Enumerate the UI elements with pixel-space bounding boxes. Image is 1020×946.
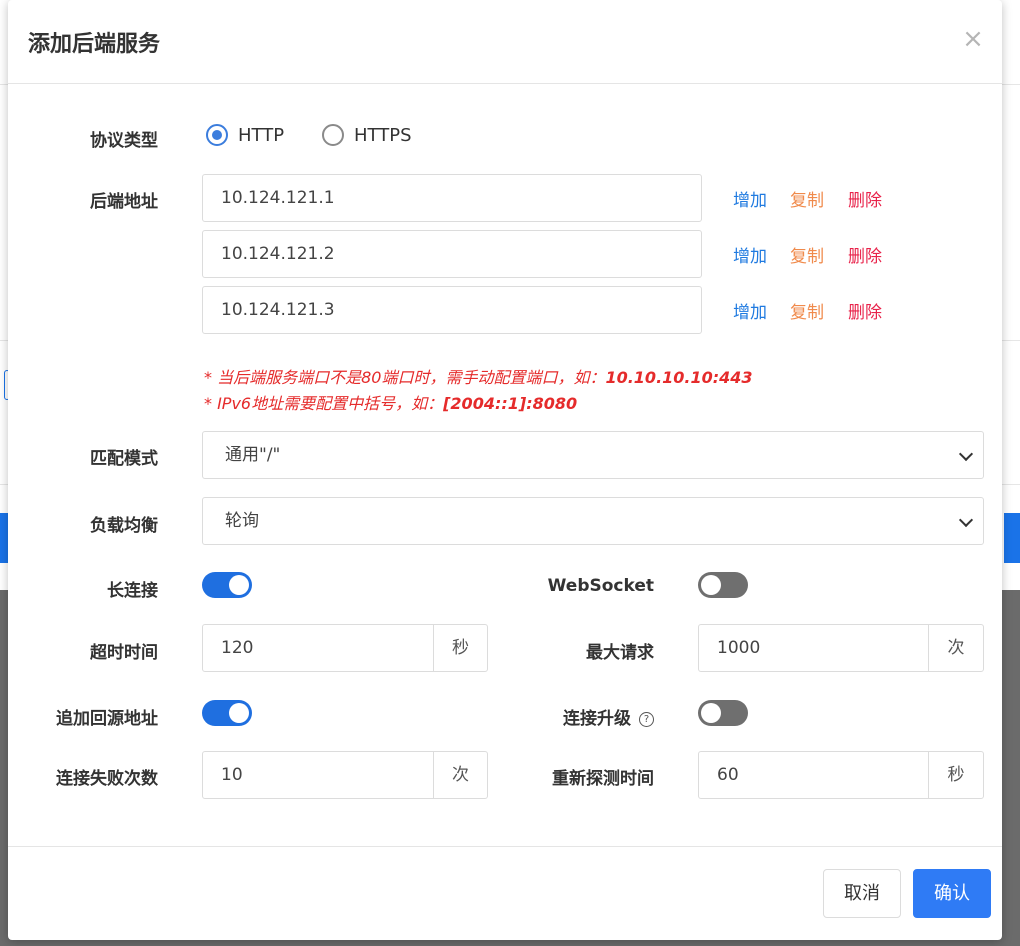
radio-https-label: HTTPS [354, 124, 412, 146]
port-hint-example: 10.10.10.10:443 [605, 368, 753, 387]
match-mode-value: 通用"/" [225, 445, 281, 465]
backend-address-input[interactable]: 10.124.121.2 [202, 230, 702, 278]
radio-https[interactable]: HTTPS [322, 122, 412, 148]
radio-http[interactable]: HTTP [206, 122, 284, 148]
append-origin-toggle[interactable] [202, 700, 252, 726]
conn-upgrade-toggle[interactable] [698, 700, 748, 726]
backend-address-input[interactable]: 10.124.121.3 [202, 286, 702, 334]
delete-address-button[interactable]: 删除 [848, 298, 882, 323]
match-mode-select[interactable]: 通用"/" [202, 431, 984, 479]
close-icon[interactable]: × [958, 24, 988, 54]
protocol-label: 协议类型 [90, 131, 158, 151]
radio-checked-icon [206, 124, 228, 146]
reprobe-unit: 秒 [928, 751, 984, 799]
max-requests-label: 最大请求 [586, 643, 654, 663]
append-origin-label: 追加回源地址 [56, 709, 158, 729]
conn-upgrade-label-wrap: 连接升级? [454, 704, 654, 729]
reprobe-input[interactable]: 60 [698, 751, 929, 799]
load-balance-select[interactable]: 轮询 [202, 497, 984, 545]
delete-address-button[interactable]: 删除 [848, 186, 882, 211]
max-requests-unit: 次 [928, 624, 984, 672]
radio-unchecked-icon [322, 124, 344, 146]
copy-address-button[interactable]: 复制 [790, 298, 824, 323]
ipv6-hint-text: * IPv6地址需要配置中括号，如： [204, 394, 444, 413]
timeout-input[interactable]: 120 [202, 624, 434, 672]
add-address-button[interactable]: 增加 [733, 298, 767, 323]
toggle-knob [229, 575, 249, 595]
websocket-toggle[interactable] [698, 572, 748, 598]
chevron-down-icon [958, 512, 974, 528]
match-mode-label: 匹配模式 [90, 449, 158, 469]
backend-address-input[interactable]: 10.124.121.1 [202, 174, 702, 222]
radio-http-label: HTTP [238, 124, 285, 146]
port-hint-text: * 当后端服务端口不是80端口时，需手动配置端口，如： [204, 368, 606, 387]
ipv6-hint-example: [2004::1]:8080 [443, 394, 578, 413]
backend-address-label: 后端地址 [90, 192, 158, 212]
timeout-label: 超时时间 [90, 643, 158, 663]
max-requests-input[interactable]: 1000 [698, 624, 929, 672]
toggle-knob [701, 575, 721, 595]
toggle-knob [701, 703, 721, 723]
copy-address-button[interactable]: 复制 [790, 186, 824, 211]
load-balance-label: 负载均衡 [90, 516, 158, 536]
keepalive-toggle[interactable] [202, 572, 252, 598]
delete-address-button[interactable]: 删除 [848, 242, 882, 267]
help-icon[interactable]: ? [639, 712, 654, 727]
dialog-header: 添加后端服务 × [8, 0, 1002, 84]
load-balance-value: 轮询 [225, 511, 259, 531]
chevron-down-icon [958, 446, 974, 462]
add-address-button[interactable]: 增加 [733, 242, 767, 267]
confirm-button[interactable]: 确认 [913, 869, 991, 918]
cancel-button[interactable]: 取消 [823, 869, 901, 918]
copy-address-button[interactable]: 复制 [790, 242, 824, 267]
conn-upgrade-label: 连接升级 [563, 709, 631, 729]
toggle-knob [229, 703, 249, 723]
fail-count-input[interactable]: 10 [202, 751, 434, 799]
add-backend-service-dialog: 添加后端服务 × 协议类型 HTTP HTTPS 后端地址 10.124.121… [8, 0, 1002, 940]
background-button-edge [1004, 513, 1020, 563]
footer-divider [8, 846, 1002, 847]
port-hint: * 当后端服务端口不是80端口时，需手动配置端口，如：10.10.10.10:4… [204, 364, 753, 388]
fail-count-label: 连接失败次数 [56, 769, 158, 789]
add-address-button[interactable]: 增加 [733, 186, 767, 211]
dialog-title: 添加后端服务 [28, 32, 161, 57]
ipv6-hint: * IPv6地址需要配置中括号，如：[2004::1]:8080 [204, 390, 577, 414]
keepalive-label: 长连接 [107, 581, 158, 601]
websocket-label: WebSocket [547, 576, 654, 596]
reprobe-label: 重新探测时间 [552, 769, 654, 789]
